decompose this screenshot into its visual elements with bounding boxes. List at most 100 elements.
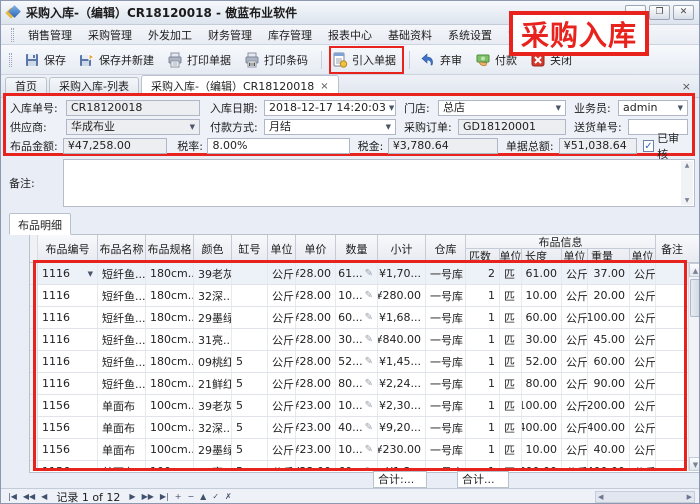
cell-spec[interactable]: 100cm...	[146, 461, 194, 471]
cell-weight-unit[interactable]: 公斤	[630, 329, 656, 350]
cell-qty[interactable]: 60...✎	[336, 307, 378, 328]
table-row[interactable]: 1116短纤鱼...180cm...29墨绿公斤¥28.0060...✎¥1,6…	[30, 307, 688, 329]
scrollbar-thumb[interactable]	[690, 279, 700, 317]
cell-remark[interactable]	[656, 417, 688, 438]
cell-color[interactable]: 09桃红	[194, 351, 232, 372]
tab-fabric-detail[interactable]: 布品明细	[9, 213, 71, 235]
scroll-down-icon[interactable]: ▼	[689, 457, 700, 471]
cell-qty[interactable]: 30...✎	[336, 329, 378, 350]
nav-next-button[interactable]: ▶	[126, 492, 138, 501]
import-receipt-button[interactable]: 引入单据	[327, 49, 404, 71]
col-length-unit[interactable]: 单位	[562, 249, 588, 263]
cell-pieces-unit[interactable]: 匹	[500, 439, 522, 460]
cell-length[interactable]: 80.00	[522, 373, 562, 394]
col-unit[interactable]: 单位	[268, 235, 296, 262]
cell-unit[interactable]: 公斤	[268, 439, 296, 460]
cell-length[interactable]: 30.00	[522, 329, 562, 350]
menu-settings[interactable]: 系统设置	[441, 25, 499, 45]
receipt-no-field[interactable]: CR18120018	[66, 100, 200, 116]
cell-weight-unit[interactable]: 公斤	[630, 285, 656, 306]
cell-price[interactable]: ¥23.00	[296, 417, 336, 438]
row-selector[interactable]	[30, 351, 38, 372]
cell-pieces[interactable]: 1	[466, 329, 500, 350]
table-row[interactable]: 1156单面布100cm...39老灰5公斤¥23.0010...✎¥2,30.…	[30, 395, 688, 417]
cell-length-unit[interactable]: 公斤	[562, 263, 588, 284]
nav-last-button[interactable]: ▶|	[157, 492, 172, 501]
cell-name[interactable]: 单面布	[98, 439, 146, 460]
cell-code[interactable]: 1156	[38, 439, 98, 460]
cell-length-unit[interactable]: 公斤	[562, 285, 588, 306]
cell-spec[interactable]: 100cm...	[146, 417, 194, 438]
clerk-field[interactable]: admin▼	[618, 100, 688, 116]
scroll-up-icon[interactable]: ▲	[689, 263, 700, 277]
row-selector[interactable]	[30, 417, 38, 438]
cell-batch[interactable]	[232, 263, 268, 284]
cell-weight[interactable]: 90.00	[588, 373, 630, 394]
menu-sales[interactable]: 销售管理	[21, 25, 79, 45]
cell-unit[interactable]: 公斤	[268, 461, 296, 471]
cell-warehouse[interactable]: 一号库	[426, 329, 466, 350]
cell-warehouse[interactable]: 一号库	[426, 461, 466, 471]
menu-basic-data[interactable]: 基础资料	[381, 25, 439, 45]
cell-batch[interactable]: 5	[232, 351, 268, 372]
receipt-date-field[interactable]: 2018-12-17 14:20:03▼	[264, 100, 396, 116]
cell-subtotal[interactable]: ¥280.00	[378, 285, 426, 306]
cell-batch[interactable]: 5	[232, 461, 268, 471]
row-selector[interactable]	[30, 285, 38, 306]
cell-weight[interactable]: 200.00	[588, 395, 630, 416]
cell-name[interactable]: 短纤鱼...	[98, 285, 146, 306]
table-row[interactable]: 1156单面布100cm...32深...5公斤¥23.0040...✎¥9,2…	[30, 417, 688, 439]
cell-qty[interactable]: 10...✎	[336, 395, 378, 416]
table-row[interactable]: 1116短纤鱼...180cm...21鲜红5公斤¥28.0080...✎¥2,…	[30, 373, 688, 395]
cell-length[interactable]: 10.00	[522, 285, 562, 306]
cell-batch[interactable]: 5	[232, 417, 268, 438]
cell-batch[interactable]	[232, 307, 268, 328]
table-row[interactable]: 1116短纤鱼...180cm...31亮...公斤¥28.0030...✎¥8…	[30, 329, 688, 351]
cell-batch[interactable]: 5	[232, 395, 268, 416]
nav-edit-button[interactable]: ▲	[197, 492, 209, 501]
cell-length[interactable]: 61.00	[522, 263, 562, 284]
col-pieces[interactable]: 匹数	[466, 249, 500, 263]
col-code[interactable]: 布品编号	[38, 235, 98, 262]
grid-vertical-scrollbar[interactable]: ▲ ▼	[688, 263, 700, 471]
nav-delete-button[interactable]: −	[184, 492, 197, 501]
cell-price[interactable]: ¥28.00	[296, 307, 336, 328]
store-field[interactable]: 总店▼	[438, 100, 566, 116]
cell-price[interactable]: ¥23.00	[296, 395, 336, 416]
close-button[interactable]: ✕	[673, 5, 694, 20]
cell-weight-unit[interactable]: 公斤	[630, 417, 656, 438]
cell-length[interactable]: 10.00	[522, 439, 562, 460]
cell-length-unit[interactable]: 公斤	[562, 461, 588, 471]
cell-remark[interactable]	[656, 395, 688, 416]
col-warehouse[interactable]: 仓库	[426, 235, 466, 262]
cell-code[interactable]: 1116▼	[38, 263, 98, 284]
menu-outsourcing[interactable]: 外发加工	[141, 25, 199, 45]
cell-color[interactable]: 31亮...	[194, 329, 232, 350]
cell-spec[interactable]: 180cm...	[146, 307, 194, 328]
cell-qty[interactable]: 40...✎	[336, 417, 378, 438]
save-and-new-button[interactable]: 保存并新建	[74, 49, 162, 71]
cell-weight[interactable]: 400.00	[588, 461, 630, 471]
cell-unit[interactable]: 公斤	[268, 395, 296, 416]
cell-subtotal[interactable]: ¥1,68...	[378, 307, 426, 328]
col-weight[interactable]: 重量	[588, 249, 630, 263]
cell-pieces-unit[interactable]: 匹	[500, 285, 522, 306]
cell-warehouse[interactable]: 一号库	[426, 263, 466, 284]
cell-spec[interactable]: 180cm...	[146, 351, 194, 372]
cell-weight-unit[interactable]: 公斤	[630, 307, 656, 328]
cell-batch[interactable]	[232, 285, 268, 306]
nav-append-button[interactable]: +	[172, 492, 185, 501]
cell-remark[interactable]	[656, 373, 688, 394]
cell-spec[interactable]: 180cm...	[146, 263, 194, 284]
cell-unit[interactable]: 公斤	[268, 285, 296, 306]
col-price[interactable]: 单价	[296, 235, 336, 262]
cell-warehouse[interactable]: 一号库	[426, 307, 466, 328]
cell-pieces-unit[interactable]: 匹	[500, 395, 522, 416]
cell-remark[interactable]	[656, 329, 688, 350]
cell-color[interactable]: 29墨绿	[194, 439, 232, 460]
cell-length-unit[interactable]: 公斤	[562, 307, 588, 328]
cell-subtotal[interactable]: ¥840.00	[378, 329, 426, 350]
cell-pieces[interactable]: 1	[466, 373, 500, 394]
cell-pieces-unit[interactable]: 匹	[500, 351, 522, 372]
row-selector[interactable]	[30, 461, 38, 471]
